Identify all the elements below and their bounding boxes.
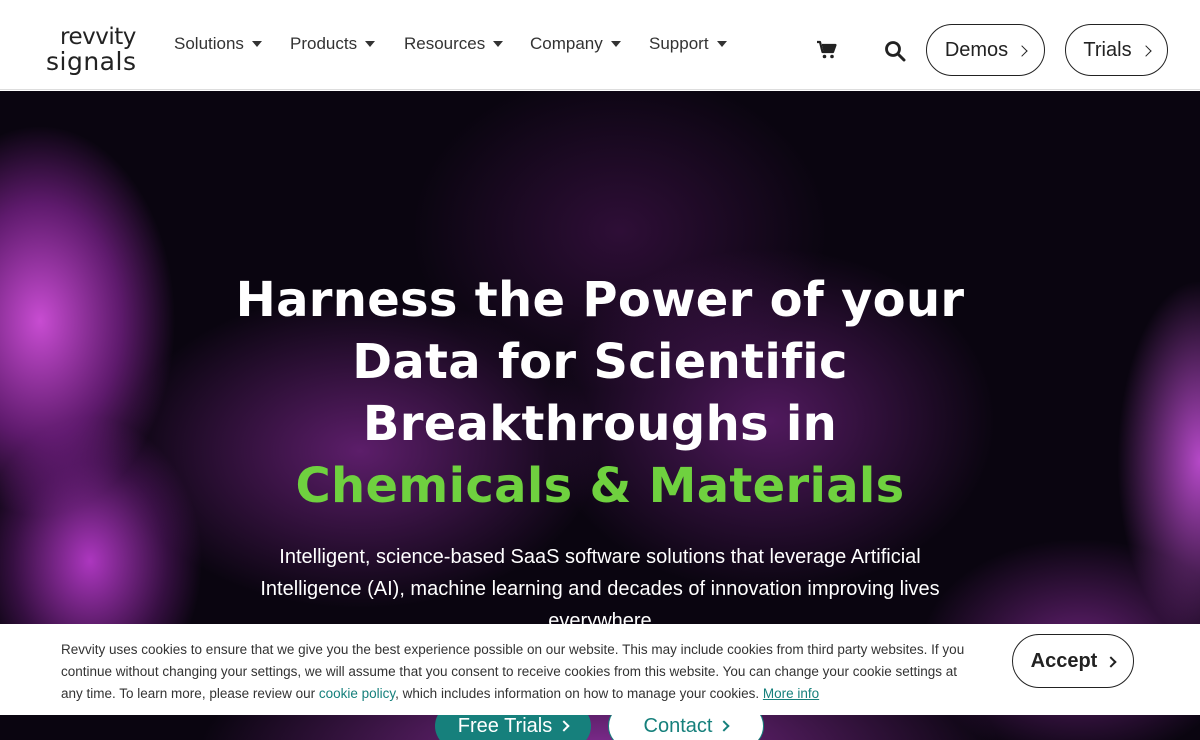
chevron-right-icon (1139, 44, 1152, 57)
nav-resources-label: Resources (404, 34, 486, 53)
cookie-banner: Revvity uses cookies to ensure that we g… (0, 624, 1200, 715)
hero-title-accent: Chemicals & Materials (295, 458, 905, 514)
site-header: revvity signals Solutions Products Resou… (0, 0, 1200, 90)
hero-title-line-2: Data for Scientific (352, 334, 848, 390)
nav-company-label: Company (530, 34, 603, 53)
caret-down-icon (610, 41, 621, 47)
hero-title: Harness the Power of your Data for Scien… (150, 269, 1050, 517)
logo-line-2: signals (46, 47, 137, 76)
nav-company[interactable]: Company (530, 32, 621, 56)
nav-solutions-label: Solutions (174, 34, 244, 53)
search-icon[interactable] (884, 40, 906, 62)
caret-down-icon (493, 41, 504, 47)
demos-button[interactable]: Demos (926, 24, 1045, 76)
free-trials-label: Free Trials (457, 714, 553, 737)
trials-button[interactable]: Trials (1065, 24, 1168, 76)
nav-support-label: Support (649, 34, 709, 53)
chevron-right-icon (718, 720, 731, 732)
chevron-right-icon (1105, 655, 1118, 668)
caret-down-icon (251, 41, 262, 47)
hero-title-line-3: Breakthroughs in (362, 396, 838, 452)
cookie-text-2: , which includes information on how to m… (395, 686, 763, 701)
revvity-signals-logo[interactable]: revvity signals (46, 24, 140, 80)
trials-label: Trials (1083, 38, 1132, 61)
chevron-right-icon (1016, 44, 1028, 57)
hero-title-line-1: Harness the Power of your (235, 272, 965, 328)
cart-icon[interactable] (816, 40, 838, 60)
caret-down-icon (716, 41, 727, 47)
caret-down-icon (365, 41, 376, 47)
nav-support[interactable]: Support (649, 32, 727, 56)
accept-cookies-button[interactable]: Accept (1012, 634, 1134, 688)
cookie-message: Revvity uses cookies to ensure that we g… (61, 639, 981, 705)
chevron-right-icon (558, 720, 570, 732)
nav-products-label: Products (290, 34, 358, 53)
hero-subtitle: Intelligent, science-based SaaS software… (250, 541, 950, 637)
hero-subtitle-line-1: Intelligent, science-based SaaS software… (279, 546, 921, 568)
more-info-link[interactable]: More info (763, 686, 819, 701)
nav-products[interactable]: Products (290, 32, 376, 56)
accept-label: Accept (1030, 649, 1098, 672)
contact-label: Contact (643, 714, 713, 737)
nav-solutions[interactable]: Solutions (174, 32, 262, 56)
cookie-policy-link[interactable]: cookie policy (319, 686, 395, 701)
nav-resources[interactable]: Resources (404, 32, 504, 56)
demos-label: Demos (944, 38, 1009, 61)
hero-subtitle-line-2: Intelligence (AI), machine learning and … (260, 578, 940, 600)
